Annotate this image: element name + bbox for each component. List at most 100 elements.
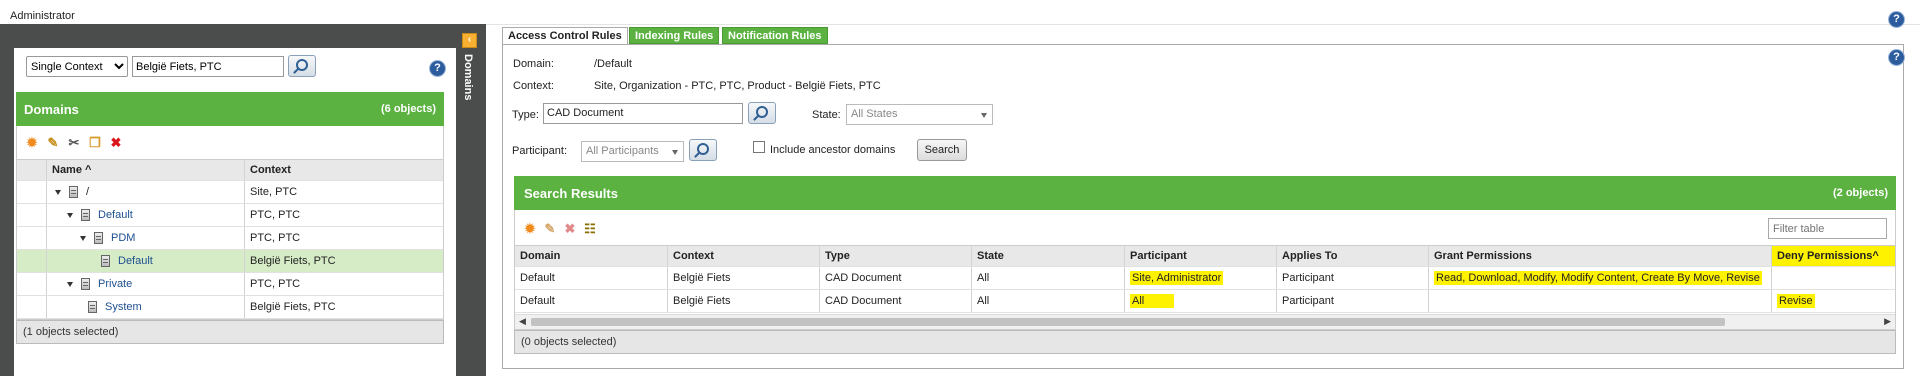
table-row[interactable]: / Site, PTC [17,181,443,204]
table-row[interactable]: Default België Fiets CAD Document All Si… [515,267,1895,290]
select-column [17,160,47,180]
type-input[interactable]: CAD Document [543,103,743,124]
column-domain[interactable]: Domain [515,246,668,266]
domain-name[interactable]: / [86,186,89,198]
table-row[interactable]: System België Fiets, PTC [17,296,443,319]
filter-table-input[interactable] [1768,218,1887,239]
type-search-button[interactable] [748,102,776,124]
chevron-down-icon[interactable] [80,235,86,241]
domain-name-cell: PDM [47,227,245,249]
context-value: Site, Organization - PTC, PTC, Product -… [594,80,881,92]
row-selector [17,250,47,272]
participant-select[interactable]: All Participants [581,141,684,162]
domain-label: Domain: [513,58,554,70]
cut-icon[interactable]: ✂ [67,135,81,150]
chevron-down-icon[interactable] [55,189,61,195]
participant-label: Participant: [512,145,568,157]
row-selector [17,227,47,249]
domains-header: Domains (6 objects) [16,92,444,126]
delete-icon[interactable]: ✖ [109,135,123,150]
domain-icon [81,278,90,290]
column-applies-to[interactable]: Applies To [1277,246,1429,266]
edit-icon[interactable]: ✎ [46,135,60,150]
column-context[interactable]: Context [668,246,820,266]
table-row[interactable]: Private PTC, PTC [17,273,443,296]
search-button[interactable]: Search [917,139,967,161]
help-icon[interactable]: ? [1889,50,1904,65]
chevron-down-icon [672,150,678,155]
edit-icon[interactable]: ✎ [543,221,557,236]
domain-link[interactable]: Default [98,209,133,221]
collapse-icon[interactable]: ‹ [462,33,477,48]
domain-icon [81,209,90,221]
participant-cell: Site, Administrator [1125,267,1277,289]
domain-context-cell: PTC, PTC [250,232,301,244]
column-deny-permissions[interactable]: Deny Permissions^ [1772,246,1895,266]
column-type[interactable]: Type [820,246,972,266]
table-row[interactable]: PDM PTC, PTC [17,227,443,250]
grant-permissions-cell: Read, Download, Modify, Modify Content, … [1429,267,1772,289]
deny-permissions-cell: Revise [1772,290,1895,312]
tab-access-control-rules[interactable]: Access Control Rules [502,27,628,44]
table-row-selected[interactable]: Default België Fiets, PTC [17,250,443,273]
domain-context-cell: Site, PTC [250,186,298,198]
scrollbar-thumb[interactable] [531,318,1725,326]
type-cell: CAD Document [820,290,972,312]
context-search-button[interactable] [288,55,316,77]
column-context[interactable]: Context [245,160,445,180]
domain-cell: Default [515,267,668,289]
row-selector [17,204,47,226]
domain-link[interactable]: Private [98,278,132,290]
horizontal-scrollbar[interactable]: ◀ ▶ [515,314,1895,329]
help-icon[interactable]: ? [1889,12,1904,27]
new-icon[interactable]: ✹ [25,135,39,150]
column-name[interactable]: Name ^ [47,160,245,180]
results-toolbar: ✹ ✎ ✖ ☷ [514,210,1896,246]
domain-name-cell: Private [47,273,245,295]
domain-context-cell: België Fiets, PTC [250,255,336,267]
state-cell: All [972,267,1125,289]
results-footer: (0 objects selected) [514,330,1896,354]
table-row[interactable]: Default België Fiets CAD Document All Al… [515,290,1895,313]
domains-footer: (1 objects selected) [16,320,444,344]
search-results-title: Search Results [524,186,618,201]
domain-link[interactable]: PDM [111,232,135,244]
tab-indexing-rules[interactable]: Indexing Rules [629,27,720,44]
search-results-count: (2 objects) [1832,187,1888,199]
scroll-right-icon[interactable]: ▶ [1884,316,1891,327]
domain-name-cell: Default [47,250,245,272]
context-input[interactable] [132,56,284,77]
search-icon [697,143,709,155]
chevron-down-icon[interactable] [67,281,73,287]
type-label: Type: [512,109,539,121]
domains-count: (6 objects) [380,103,436,115]
tab-notification-rules[interactable]: Notification Rules [722,27,828,44]
column-grant-permissions[interactable]: Grant Permissions [1429,246,1772,266]
context-select[interactable]: Single Context [26,56,128,77]
domains-table-header: Name ^ Context [17,160,443,181]
domain-link[interactable]: System [105,301,142,313]
domain-link[interactable]: Default [118,255,153,267]
domain-icon [94,232,103,244]
new-icon[interactable]: ✹ [523,221,537,236]
column-participant[interactable]: Participant [1125,246,1277,266]
column-state[interactable]: State [972,246,1125,266]
type-cell: CAD Document [820,267,972,289]
chevron-down-icon[interactable] [67,212,73,218]
row-selector [17,273,47,295]
domain-icon [88,301,97,313]
help-icon[interactable]: ? [430,61,445,76]
results-table-header: Domain Context Type State Participant Ap… [515,246,1895,267]
export-icon[interactable]: ☷ [583,221,597,236]
participant-search-button[interactable] [689,139,717,161]
domain-name-cell: Default [47,204,245,226]
copy-icon[interactable]: ❐ [88,135,102,150]
delete-icon[interactable]: ✖ [563,221,577,236]
row-selector [17,181,47,203]
state-label: State: [812,109,841,121]
include-ancestor-checkbox[interactable] [753,141,765,153]
scroll-left-icon[interactable]: ◀ [519,316,526,327]
table-row[interactable]: Default PTC, PTC [17,204,443,227]
context-cell: België Fiets [668,290,820,312]
state-select[interactable]: All States [846,104,993,125]
